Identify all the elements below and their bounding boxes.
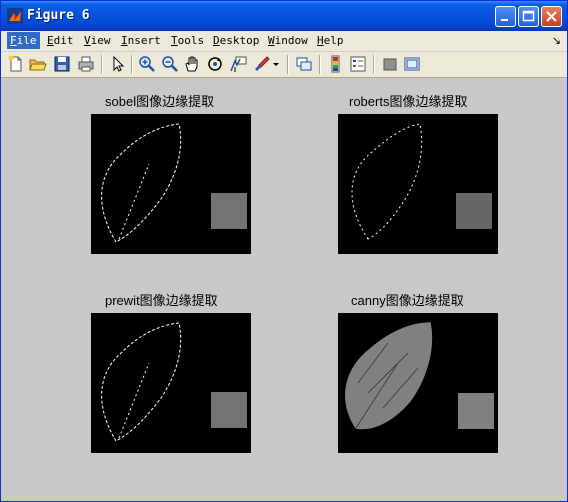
menu-insert[interactable]: Insert	[121, 34, 161, 47]
toolbar-separator	[373, 55, 375, 74]
colorbar-icon[interactable]	[327, 55, 345, 73]
panel-title-sobel: sobel图像边缘提取	[105, 94, 215, 109]
figure-window: Figure 6 File Edit View Insert Tools Des…	[0, 0, 568, 502]
toolbar-separator	[101, 55, 103, 74]
brush-icon[interactable]	[253, 55, 271, 73]
panel-title-canny: canny图像边缘提取	[351, 293, 464, 308]
matlab-logo-icon	[7, 8, 23, 24]
panel-title-roberts: roberts图像边缘提取	[349, 94, 468, 109]
brush-dropdown-icon[interactable]	[271, 55, 281, 73]
minimize-button[interactable]	[495, 6, 516, 27]
data-cursor-icon[interactable]	[229, 55, 247, 73]
maximize-button[interactable]	[518, 6, 539, 27]
zoom-in-icon[interactable]	[138, 55, 156, 73]
rotate-3d-icon[interactable]	[206, 55, 224, 73]
hide-plot-tools-icon[interactable]	[381, 55, 399, 73]
pan-hand-icon[interactable]	[183, 55, 201, 73]
menu-bar: File Edit View Insert Tools Desktop Wind…	[1, 31, 567, 52]
new-figure-icon[interactable]	[7, 55, 25, 73]
zoom-out-icon[interactable]	[161, 55, 179, 73]
axes-prewit[interactable]	[91, 313, 251, 453]
panel-title-prewit: prewit图像边缘提取	[105, 293, 218, 308]
close-button[interactable]	[541, 6, 562, 27]
figure-canvas: sobel图像边缘提取 roberts图像边缘提取 prewit图像边缘提取 c…	[1, 78, 567, 501]
menu-edit[interactable]: Edit	[47, 34, 74, 47]
pointer-icon[interactable]	[109, 55, 127, 73]
show-plot-tools-icon[interactable]	[403, 55, 421, 73]
figure-toolbar	[1, 52, 567, 78]
title-bar[interactable]: Figure 6	[1, 1, 567, 31]
menu-file[interactable]: File	[7, 32, 40, 49]
print-icon[interactable]	[77, 55, 95, 73]
axes-canny[interactable]	[338, 313, 498, 453]
toolbar-separator	[319, 55, 321, 74]
save-icon[interactable]	[53, 55, 71, 73]
menu-overflow-arrow-icon[interactable]: ↘	[552, 34, 561, 47]
menu-window[interactable]: Window	[268, 34, 308, 47]
menu-tools[interactable]: Tools	[171, 34, 204, 47]
toolbar-separator	[131, 55, 133, 74]
menu-help[interactable]: Help	[317, 34, 344, 47]
toolbar-separator	[287, 55, 289, 74]
axes-sobel[interactable]	[91, 114, 251, 254]
menu-view[interactable]: View	[84, 34, 111, 47]
open-file-icon[interactable]	[29, 55, 47, 73]
menu-desktop[interactable]: Desktop	[213, 34, 259, 47]
window-title: Figure 6	[27, 8, 90, 23]
axes-roberts[interactable]	[338, 114, 498, 254]
link-plot-icon[interactable]	[295, 55, 313, 73]
legend-icon[interactable]	[349, 55, 367, 73]
